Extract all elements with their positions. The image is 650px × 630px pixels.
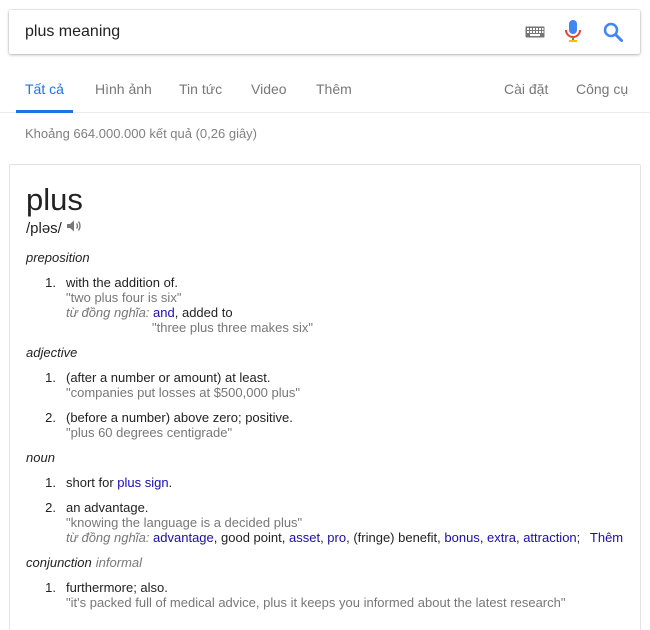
- phonetic-row: /pləs/: [26, 219, 82, 237]
- plus-sign-link[interactable]: plus sign: [117, 475, 168, 490]
- tab-settings[interactable]: Cài đặt: [504, 58, 548, 113]
- speaker-icon[interactable]: [66, 219, 82, 237]
- example: "companies put losses at $500,000 plus": [66, 385, 300, 400]
- keyboard-icon[interactable]: [520, 17, 550, 47]
- phonetic: /pləs/: [26, 219, 62, 237]
- microphone-icon[interactable]: [558, 17, 588, 47]
- tab-more[interactable]: Thêm: [316, 58, 352, 113]
- synonym-link[interactable]: pro: [327, 530, 346, 545]
- more-synonyms-link[interactable]: Thêm: [590, 530, 623, 545]
- definition: (before a number) above zero; positive.: [66, 410, 293, 425]
- synonym-text: , added to: [174, 305, 233, 320]
- definition: an advantage.: [66, 500, 149, 515]
- search-box: [9, 10, 640, 54]
- example: "knowing the language is a decided plus": [66, 515, 303, 530]
- definition: (after a number or amount) at least.: [66, 370, 271, 385]
- pos-conjunction: conjunction informal: [26, 555, 142, 570]
- synonym-link[interactable]: asset: [289, 530, 320, 545]
- tab-tools[interactable]: Công cụ: [576, 58, 628, 113]
- dictionary-card: plus /pləs/ preposition 1. with the addi…: [9, 164, 641, 630]
- headword: plus: [26, 182, 83, 217]
- pos-noun: noun: [26, 450, 55, 465]
- sense-number: 1.: [45, 580, 56, 595]
- definition-text: short for: [66, 475, 118, 490]
- sense-number: 2.: [45, 410, 56, 425]
- pos-adjective: adjective: [26, 345, 78, 360]
- tab-all[interactable]: Tất cả: [16, 58, 73, 113]
- definition: with the addition of.: [66, 275, 179, 290]
- pos-preposition: preposition: [26, 250, 90, 265]
- example: "it's packed full of medical advice, plu…: [66, 595, 566, 610]
- synonym-label: từ đồng nghĩa:: [66, 305, 150, 320]
- search-tabs: Tất cả Hình ảnh Tin tức Video Thêm Cài đ…: [0, 58, 650, 113]
- sense-number: 1.: [45, 370, 56, 385]
- synonym-link[interactable]: extra: [487, 530, 516, 545]
- tab-news[interactable]: Tin tức: [179, 58, 222, 113]
- synonym-text: (fringe) benefit: [353, 530, 438, 545]
- definition-text: .: [168, 475, 173, 490]
- sense-number: 2.: [45, 500, 56, 515]
- sense-number: 1.: [45, 475, 56, 490]
- synonym-link[interactable]: attraction: [523, 530, 576, 545]
- example: "three plus three makes six": [152, 320, 313, 335]
- example: "plus 60 degrees centigrade": [66, 425, 233, 440]
- synonym-label: từ đồng nghĩa:: [66, 530, 150, 545]
- search-input[interactable]: [9, 10, 520, 54]
- definition: furthermore; also.: [66, 580, 168, 595]
- sense-number: 1.: [45, 275, 56, 290]
- tab-video[interactable]: Video: [251, 58, 287, 113]
- tab-images[interactable]: Hình ảnh: [95, 58, 152, 113]
- synonym-text: good point: [221, 530, 282, 545]
- synonym-link[interactable]: advantage: [153, 530, 214, 545]
- synonym-link[interactable]: bonus: [444, 530, 479, 545]
- synonym-link[interactable]: and: [153, 305, 175, 320]
- synonyms-row: từ đồng nghĩa: and, added to: [66, 305, 233, 320]
- register-label: informal: [95, 555, 143, 570]
- search-icon[interactable]: [598, 17, 628, 47]
- synonyms-row: từ đồng nghĩa: advantage, good point, as…: [66, 530, 624, 545]
- pos-label: conjunction: [26, 555, 92, 570]
- example: "two plus four is six": [66, 290, 182, 305]
- definition: short for plus sign.: [66, 475, 172, 490]
- result-stats: Khoảng 664.000.000 kết quả (0,26 giây): [25, 126, 258, 141]
